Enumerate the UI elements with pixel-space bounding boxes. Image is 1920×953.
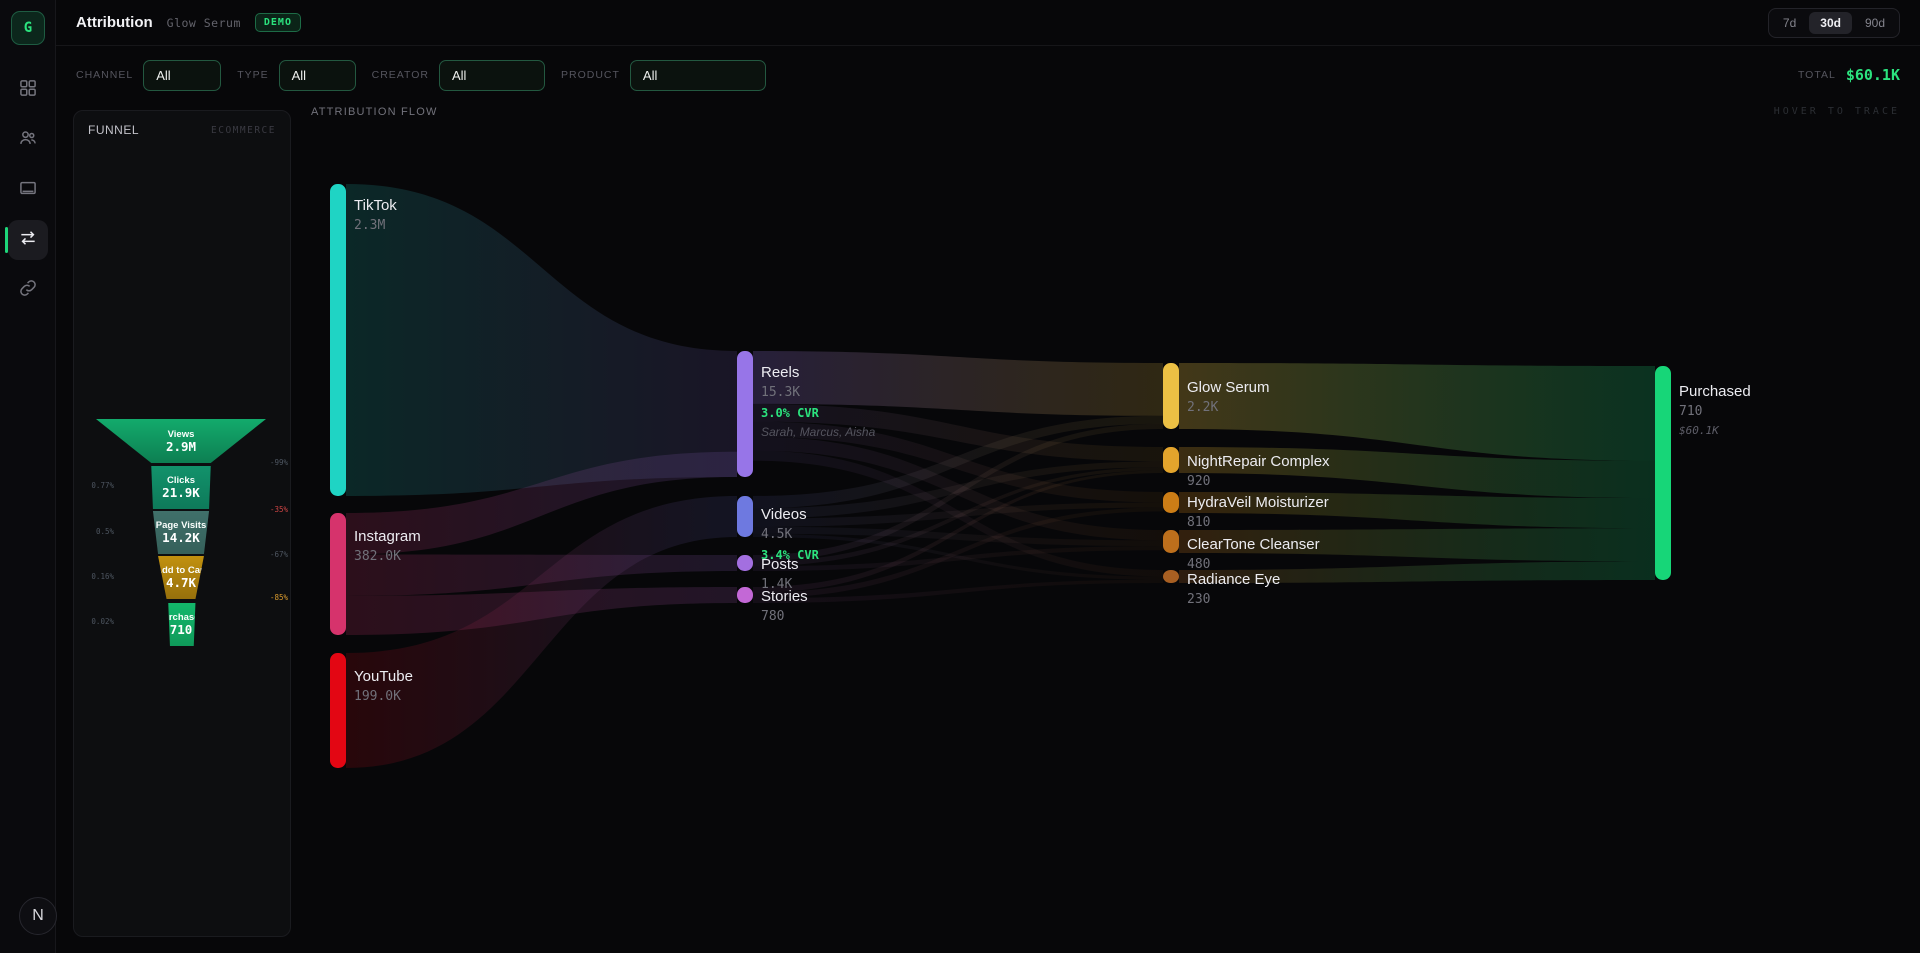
page-subtitle: Glow Serum xyxy=(167,16,241,30)
time-range-90d[interactable]: 90d xyxy=(1854,12,1896,34)
funnel-stage-clicks: Clicks21.9K xyxy=(96,466,266,509)
filter-bar: CHANNEL All TYPE All CREATOR All PRODUCT… xyxy=(56,46,1920,104)
sankey-node-posts[interactable] xyxy=(737,555,753,571)
time-range-group: 7d 30d 90d xyxy=(1768,8,1900,38)
funnel-stage-label: Views xyxy=(168,429,195,440)
funnel-drop-label: -35% xyxy=(270,505,288,514)
product-filter-select[interactable]: All xyxy=(630,60,766,91)
funnel-drop-label: -67% xyxy=(270,550,288,559)
sankey-node-youtube[interactable] xyxy=(330,653,346,768)
funnel-drop-label: -85% xyxy=(270,593,288,602)
funnel-title: FUNNEL xyxy=(88,123,139,137)
type-filter-select[interactable]: All xyxy=(279,60,356,91)
funnel-stage-value: 14.2K xyxy=(162,531,200,545)
sankey-link-tiktok-reels[interactable] xyxy=(346,184,737,496)
sankey-node-cleartone[interactable] xyxy=(1163,530,1179,553)
sankey-node-glow[interactable] xyxy=(1163,363,1179,429)
funnel-rate-label: 0.16% xyxy=(74,572,114,581)
funnel-stage-value: 4.7K xyxy=(166,576,196,590)
total-label: TOTAL xyxy=(1798,69,1836,81)
sankey-link-radiance-purchased[interactable] xyxy=(1179,561,1655,583)
funnel-stage-purchased: Purchased710 xyxy=(96,603,266,646)
hover-to-trace-hint: HOVER TO TRACE xyxy=(1774,106,1900,117)
funnel-rate-label: 0.5% xyxy=(74,527,114,536)
sankey-link-glow-purchased[interactable] xyxy=(1179,363,1655,461)
funnel-stage-value: 710 xyxy=(170,623,193,637)
sidebar-item-creators[interactable] xyxy=(8,120,48,160)
sidebar-item-dashboard[interactable] xyxy=(8,70,48,110)
flow-title: ATTRIBUTION FLOW xyxy=(311,106,438,118)
demo-badge: DEMO xyxy=(255,13,301,32)
user-avatar[interactable]: N xyxy=(19,897,57,935)
sankey-node-purchased[interactable] xyxy=(1655,366,1671,580)
total-value: $60.1K xyxy=(1846,66,1900,84)
sankey-link-cleartone-purchased[interactable] xyxy=(1179,528,1655,561)
funnel-panel: FUNNEL ECOMMERCE Views2.9MClicks21.9K0.7… xyxy=(73,110,291,937)
card-icon xyxy=(18,178,38,203)
swap-arrows-icon xyxy=(18,228,38,253)
funnel-stage-value: 21.9K xyxy=(162,486,200,500)
sankey-node-nightrepair[interactable] xyxy=(1163,447,1179,473)
grid-icon xyxy=(18,78,38,103)
time-range-30d[interactable]: 30d xyxy=(1809,12,1852,34)
header: Attribution Glow Serum DEMO 7d 30d 90d xyxy=(56,0,1920,46)
funnel-chart: Views2.9MClicks21.9K0.77%-99%Page Visits… xyxy=(96,419,266,646)
sankey-node-stories[interactable] xyxy=(737,587,753,603)
sidebar-item-attribution[interactable] xyxy=(8,220,48,260)
page-title: Attribution xyxy=(76,14,153,31)
sidebar-item-links[interactable] xyxy=(8,270,48,310)
sankey-node-hydraveil[interactable] xyxy=(1163,492,1179,513)
creator-filter-label: CREATOR xyxy=(372,69,429,81)
funnel-stage-page-visits: Page Visits14.2K xyxy=(96,511,266,554)
funnel-rate-label: 0.02% xyxy=(74,617,114,626)
sankey-node-radiance[interactable] xyxy=(1163,570,1179,583)
sidebar: G xyxy=(0,0,56,953)
funnel-stage-value: 2.9M xyxy=(166,440,196,454)
funnel-stage-add-to-cart: Add to Cart4.7K xyxy=(96,556,266,599)
sankey-node-reels[interactable] xyxy=(737,351,753,477)
link-icon xyxy=(18,278,38,303)
sankey-node-videos[interactable] xyxy=(737,496,753,537)
funnel-drop-label: -99% xyxy=(270,458,288,467)
sankey-node-tiktok[interactable] xyxy=(330,184,346,496)
type-filter-label: TYPE xyxy=(237,69,268,81)
sankey-node-instagram[interactable] xyxy=(330,513,346,635)
creator-filter-select[interactable]: All xyxy=(439,60,545,91)
time-range-7d[interactable]: 7d xyxy=(1772,12,1807,34)
product-filter-label: PRODUCT xyxy=(561,69,620,81)
users-icon xyxy=(18,128,38,153)
funnel-stage-views: Views2.9M xyxy=(96,419,266,463)
funnel-tag: ECOMMERCE xyxy=(211,125,276,136)
channel-filter-select[interactable]: All xyxy=(143,60,221,91)
funnel-rate-label: 0.77% xyxy=(74,481,114,490)
sankey-link-hydraveil-purchased[interactable] xyxy=(1179,492,1655,528)
channel-filter-label: CHANNEL xyxy=(76,69,133,81)
sidebar-item-content[interactable] xyxy=(8,170,48,210)
app-logo[interactable]: G xyxy=(11,11,45,45)
